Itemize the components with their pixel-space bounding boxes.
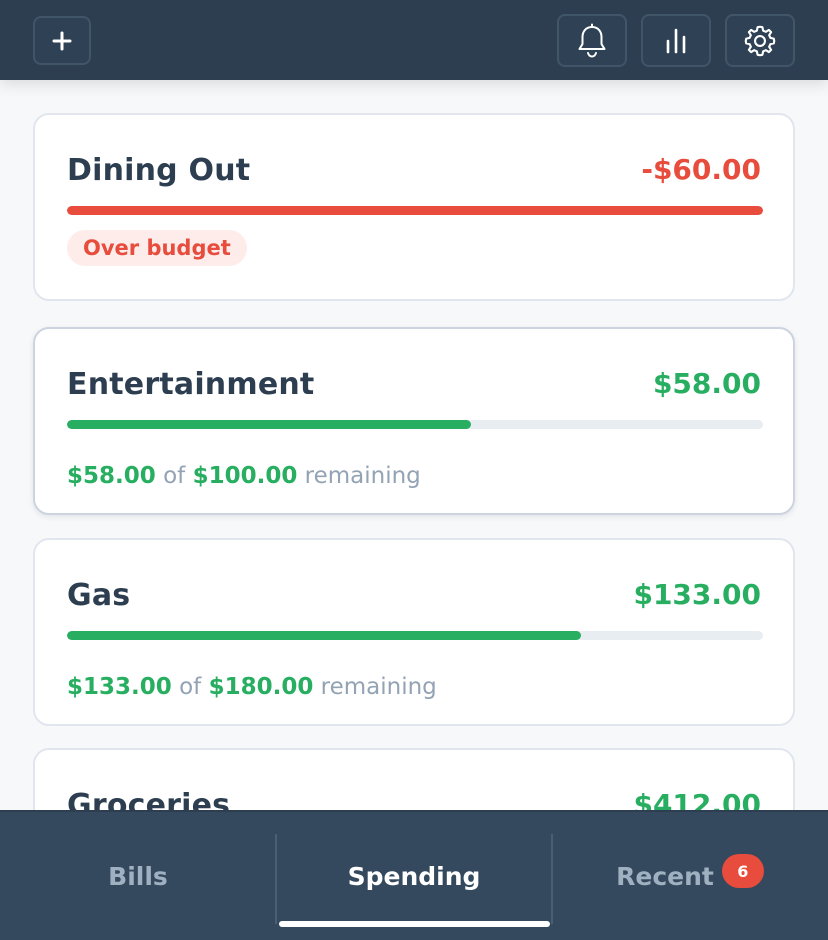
settings-button[interactable]: [725, 14, 795, 67]
remaining-amount: $133.00: [67, 674, 172, 700]
budget-card-gas[interactable]: Gas $133.00 $133.00 of $180.00 remaining: [33, 538, 795, 726]
tab-recent[interactable]: Recent 6: [552, 812, 828, 940]
budget-list: Dining Out -$60.00 Over budget Entertain…: [0, 80, 828, 810]
plus-icon: [52, 31, 72, 50]
top-header: [0, 0, 828, 80]
remaining-text: $58.00 of $100.00 remaining: [67, 463, 421, 489]
budget-name: Gas: [67, 578, 131, 613]
remaining-amount: $58.00: [67, 463, 156, 489]
budget-card-groceries[interactable]: Groceries $412.00: [33, 748, 795, 810]
budget-name: Groceries: [67, 788, 231, 810]
remaining-text: $133.00 of $180.00 remaining: [67, 674, 437, 700]
budget-name: Entertainment: [67, 367, 315, 402]
statistics-button[interactable]: [641, 14, 711, 67]
home-indicator: [279, 921, 550, 927]
total-amount: $100.00: [192, 463, 298, 489]
remaining-word: remaining: [320, 674, 437, 700]
bar-chart-icon: [666, 28, 686, 53]
budget-amount: $133.00: [633, 578, 761, 611]
budget-amount: $412.00: [633, 788, 761, 810]
of-word: of: [163, 463, 186, 489]
budget-name: Dining Out: [67, 153, 251, 188]
budget-card-entertainment[interactable]: Entertainment $58.00 $58.00 of $100.00 r…: [33, 327, 795, 515]
tab-label: Bills: [108, 861, 168, 891]
budget-card-dining-out[interactable]: Dining Out -$60.00 Over budget: [33, 113, 795, 301]
bell-icon: [578, 23, 606, 58]
budget-amount: $58.00: [652, 367, 761, 400]
remaining-word: remaining: [304, 463, 421, 489]
gear-icon: [744, 25, 776, 56]
progress-fill: [67, 420, 471, 429]
notifications-button[interactable]: [557, 14, 627, 67]
over-budget-badge: Over budget: [67, 230, 247, 266]
progress-track: [67, 206, 763, 215]
progress-track: [67, 420, 763, 429]
tab-bills[interactable]: Bills: [0, 812, 276, 940]
progress-track: [67, 631, 763, 640]
tab-label: Spending: [347, 861, 481, 891]
of-word: of: [179, 674, 202, 700]
app: Dining Out -$60.00 Over budget Entertain…: [0, 0, 828, 940]
tab-label: Recent: [616, 861, 714, 891]
add-button[interactable]: [33, 16, 91, 65]
budget-amount: -$60.00: [641, 153, 761, 186]
progress-fill: [67, 631, 582, 640]
recent-count-badge: 6: [721, 854, 764, 888]
progress-fill: [67, 206, 763, 215]
total-amount: $180.00: [208, 674, 314, 700]
